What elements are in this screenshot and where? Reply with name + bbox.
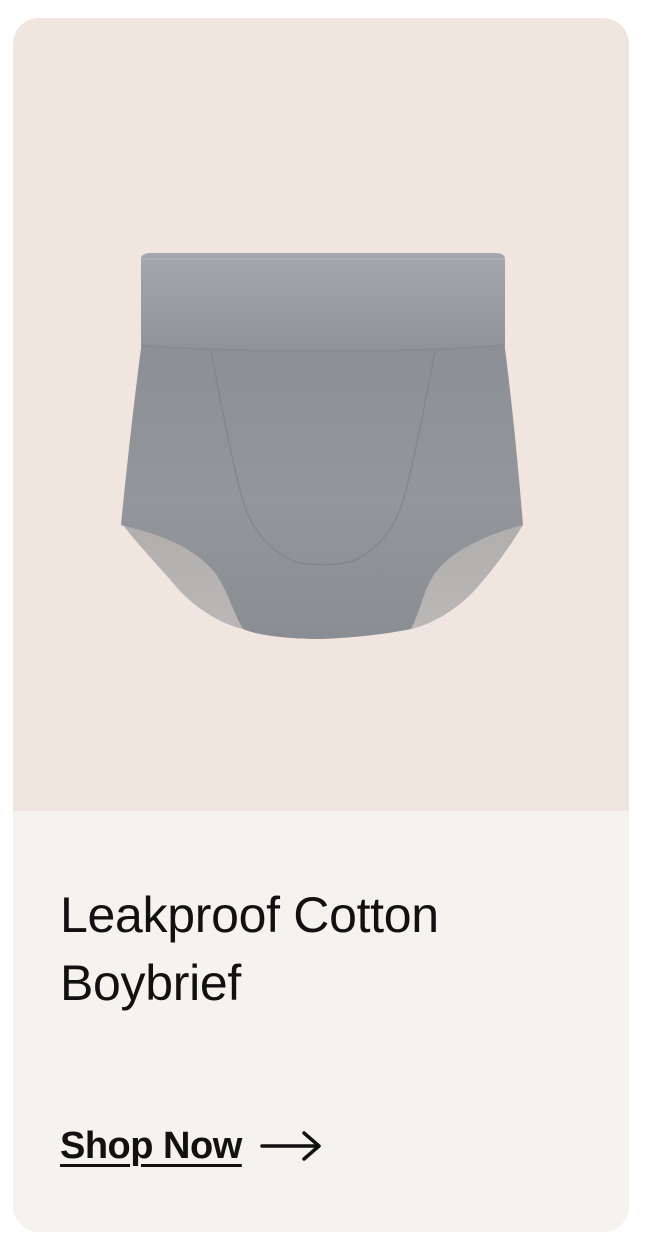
arrow-right-icon [260,1131,321,1161]
shop-now-label: Shop Now [60,1124,242,1167]
product-info: Leakproof Cotton Boybrief Shop Now [13,811,629,1232]
shop-now-link[interactable]: Shop Now [60,1116,322,1176]
product-card[interactable]: Leakproof Cotton Boybrief Shop Now [13,18,629,1232]
product-title: Leakproof Cotton Boybrief [60,887,439,1011]
product-image [121,253,523,639]
product-image-area[interactable] [13,18,629,811]
